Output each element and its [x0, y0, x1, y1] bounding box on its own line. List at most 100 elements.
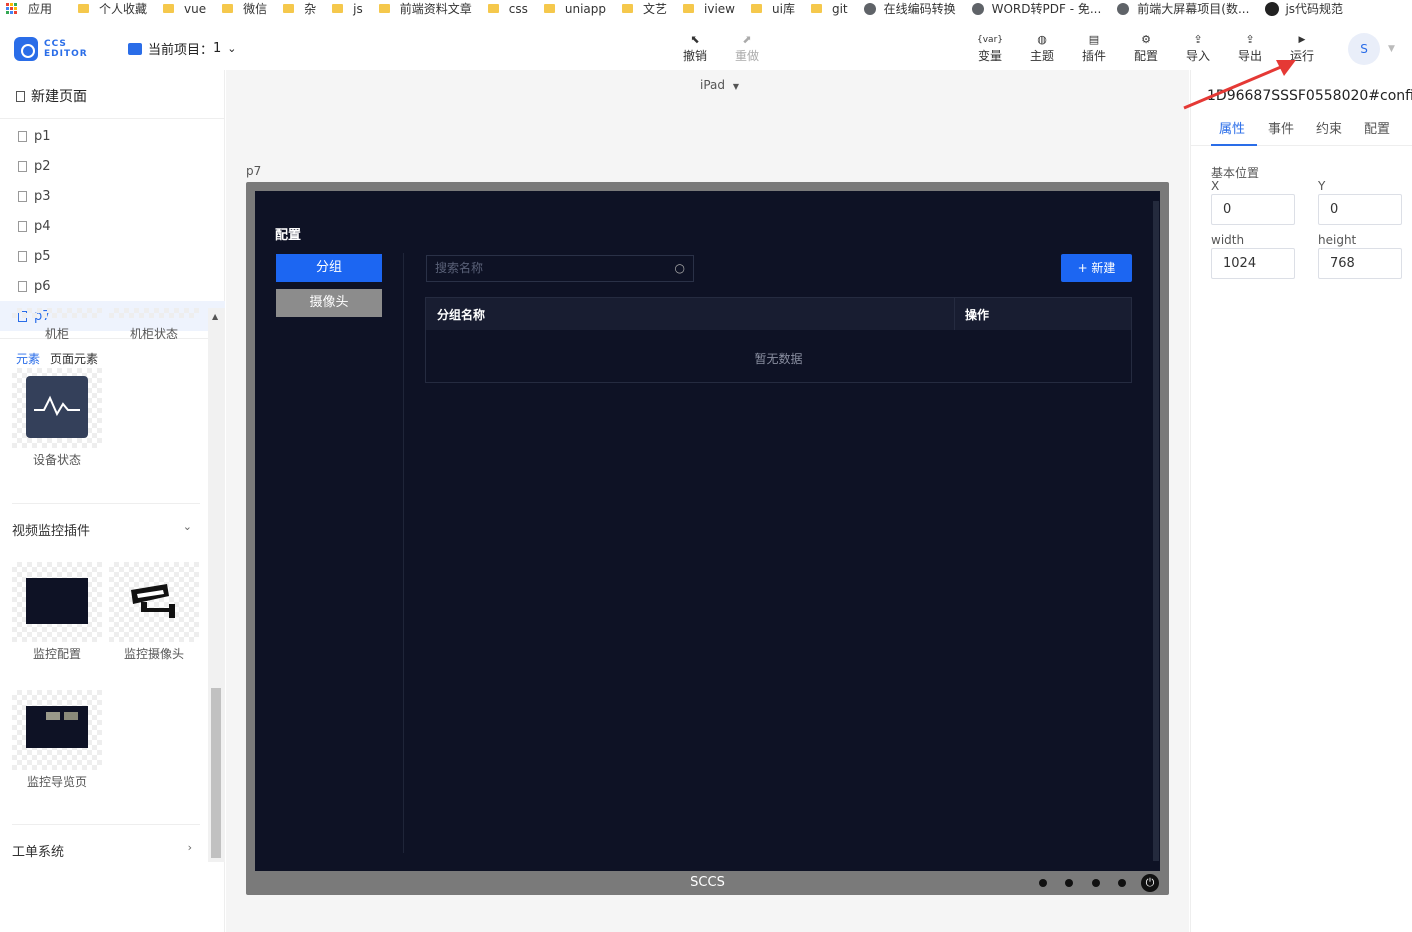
palette-section-work-order[interactable]: 工单系统 ›	[12, 824, 200, 860]
y-field[interactable]: 0	[1318, 194, 1402, 225]
folder-icon	[78, 4, 90, 13]
camera-button[interactable]: 摄像头	[276, 289, 382, 317]
new-page-button[interactable]: 新建页面	[16, 86, 87, 106]
y-label: Y	[1318, 179, 1326, 193]
page-item-p3[interactable]: p3	[0, 181, 225, 211]
caret-down-icon[interactable]: ▼	[1388, 44, 1395, 54]
bookmark-folder[interactable]: 个人收藏	[72, 0, 153, 17]
folder-icon	[163, 4, 175, 13]
bookmark-folder[interactable]: js	[326, 2, 369, 16]
folder-icon	[222, 4, 234, 13]
screen-scrollbar[interactable]	[1153, 201, 1159, 861]
bookmark-link[interactable]: WORD转PDF - 免...	[966, 0, 1108, 17]
palette-item-monitor-config[interactable]	[12, 562, 102, 642]
play-icon: ▶	[1298, 35, 1306, 45]
power-icon[interactable]: ⏻	[1141, 874, 1159, 892]
page-item-p2[interactable]: p2	[0, 151, 225, 181]
config-button[interactable]: ⚙ 配置	[1126, 33, 1166, 64]
tab-constraints[interactable]: 约束	[1316, 118, 1342, 137]
bookmark-folder[interactable]: 杂	[277, 0, 322, 17]
globe-icon	[863, 2, 876, 15]
x-label: X	[1211, 179, 1220, 193]
bookmark-folder[interactable]: css	[482, 2, 534, 16]
folder-icon	[378, 4, 390, 13]
annotation-arrow	[1183, 60, 1296, 110]
page-icon	[18, 250, 27, 262]
tab-properties[interactable]: 属性	[1219, 118, 1245, 137]
bookmark-folder[interactable]: 前端资料文章	[373, 0, 478, 17]
palette-item-monitor-guide[interactable]	[12, 690, 102, 770]
globe-icon	[971, 2, 984, 15]
page-item-p4[interactable]: p4	[0, 211, 225, 241]
folder-icon	[283, 4, 295, 13]
bookmark-folder[interactable]: iview	[677, 2, 741, 16]
bookmark-folder[interactable]: uniapp	[538, 2, 612, 16]
redo-button[interactable]: ⬈ 重做	[727, 33, 767, 64]
undo-button[interactable]: ⬉ 撤销	[675, 33, 715, 64]
chevron-down-icon: ⌄	[227, 42, 237, 55]
height-field[interactable]: 768	[1318, 248, 1402, 279]
palette-scroll-thumb[interactable]	[211, 688, 221, 858]
palette-section-video[interactable]: 视频监控插件 ⌄	[12, 503, 200, 539]
folder-icon	[543, 4, 555, 13]
folder-icon	[683, 4, 695, 13]
search-input[interactable]: 搜索名称 ○	[426, 255, 694, 282]
globe-icon	[1117, 2, 1130, 15]
device-selector[interactable]: iPad ▼	[700, 78, 739, 92]
logo-icon	[14, 37, 38, 61]
bookmark-link[interactable]: 前端大屏幕项目(数...	[1111, 0, 1255, 17]
bookmark-folder[interactable]: ui库	[745, 0, 801, 17]
palette-item-cabinet-status[interactable]	[109, 308, 199, 318]
folder-icon	[128, 42, 142, 55]
folder-icon	[332, 4, 344, 13]
bookmark-apps[interactable]: 应用	[0, 0, 58, 17]
x-field[interactable]: 0	[1211, 194, 1295, 225]
bookmark-folder[interactable]: 文艺	[616, 0, 673, 17]
bookmark-folder[interactable]: vue	[157, 2, 212, 16]
bookmark-folder[interactable]: git	[805, 2, 854, 16]
config-title: 配置	[275, 228, 302, 243]
theme-button[interactable]: ◍ 主题	[1022, 33, 1062, 64]
active-tab-indicator	[1211, 144, 1257, 146]
undo-icon: ⬉	[690, 33, 700, 46]
tab-config[interactable]: 配置	[1364, 118, 1390, 137]
camera-icon	[131, 584, 175, 618]
device-screen[interactable]: 配置 分组 摄像头 搜索名称 ○ + 新建 分组名称 操作 暂无数据	[255, 191, 1160, 871]
scroll-up-icon[interactable]: ▲	[212, 312, 218, 321]
page-icon	[18, 220, 27, 232]
group-button[interactable]: 分组	[276, 254, 382, 282]
variable-icon: {var}	[977, 35, 1003, 45]
page-icon	[18, 190, 27, 202]
app-logo: CCS EDITOR	[14, 37, 88, 61]
bookmark-link[interactable]: js代码规范	[1259, 0, 1349, 17]
variable-button[interactable]: {var} 变量	[970, 33, 1010, 64]
device-frame[interactable]: 配置 分组 摄像头 搜索名称 ○ + 新建 分组名称 操作 暂无数据 SCCS	[246, 182, 1169, 895]
properties-panel: 1D96687SSSF0558020#config_ 属性 事件 约束 配置 基…	[1190, 70, 1412, 932]
bookmark-folder[interactable]: 微信	[216, 0, 273, 17]
column-actions: 操作	[965, 308, 990, 322]
bookmark-link[interactable]: 在线编码转换	[858, 0, 962, 17]
palette-item-device-status[interactable]	[12, 368, 102, 448]
table-header: 分组名称 操作	[426, 298, 1131, 330]
palette-item-cabinet[interactable]	[12, 308, 102, 318]
search-icon[interactable]: ○	[675, 256, 685, 281]
page-item-p5[interactable]: p5	[0, 241, 225, 271]
plugin-icon: ▤	[1088, 33, 1100, 46]
plugin-button[interactable]: ▤ 插件	[1074, 33, 1114, 64]
palette-item-monitor-camera[interactable]	[109, 562, 199, 642]
tab-events[interactable]: 事件	[1268, 118, 1294, 137]
avatar[interactable]: S	[1348, 33, 1380, 65]
height-label: height	[1318, 233, 1357, 247]
frame-dot	[1039, 879, 1047, 887]
width-field[interactable]: 1024	[1211, 248, 1295, 279]
page-icon	[18, 160, 27, 172]
chevron-right-icon: ›	[187, 841, 192, 854]
monitor-config-thumbnail	[26, 578, 88, 624]
page-item-p1[interactable]: p1	[0, 121, 225, 151]
empty-state: 暂无数据	[754, 352, 803, 366]
frame-dot	[1092, 879, 1100, 887]
gear-icon: ⚙	[1141, 33, 1151, 46]
page-item-p6[interactable]: p6	[0, 271, 225, 301]
project-selector[interactable]: 当前项目： 1 ⌄	[128, 39, 237, 58]
new-group-button[interactable]: + 新建	[1061, 254, 1132, 282]
